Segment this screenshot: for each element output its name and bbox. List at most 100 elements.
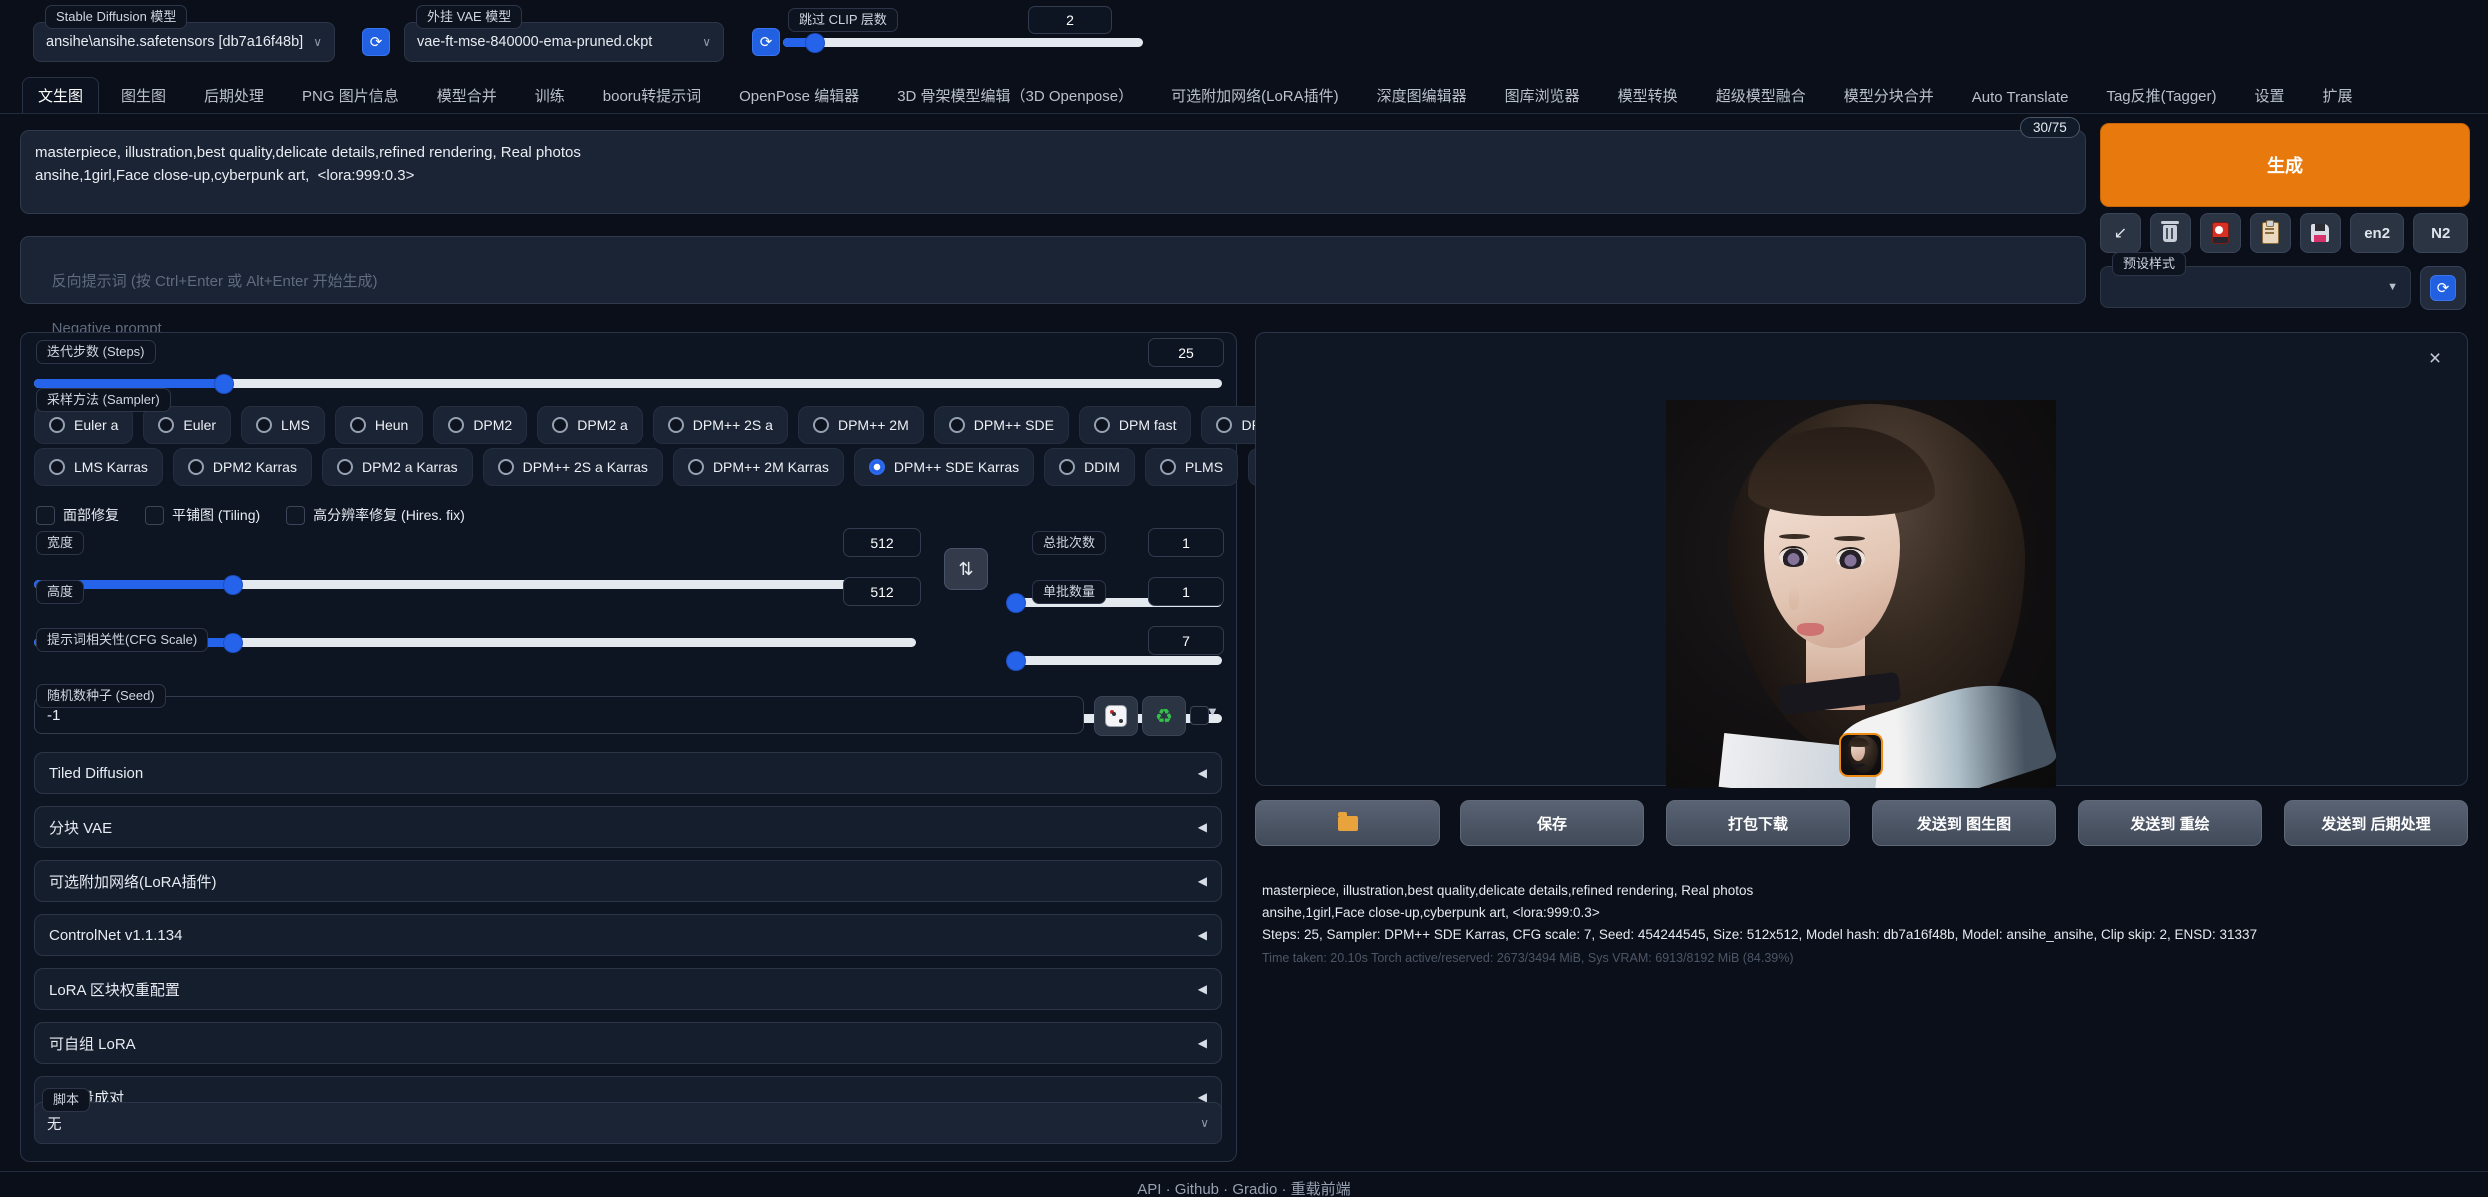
sampler-option[interactable]: LMS Karras bbox=[34, 448, 163, 486]
footer-links[interactable]: API · Github · Gradio · 重载前端 bbox=[0, 1178, 2488, 1197]
tab[interactable]: 模型转换 bbox=[1602, 77, 1694, 113]
steps-slider[interactable] bbox=[34, 379, 1222, 388]
performance-line: Time taken: 20.10s Torch active/reserved… bbox=[1262, 948, 2462, 968]
accordion-header[interactable]: ControlNet v1.1.134 ◀ bbox=[34, 914, 1222, 956]
generated-image[interactable] bbox=[1666, 400, 2056, 788]
tab[interactable]: 扩展 bbox=[2307, 77, 2369, 113]
refresh-styles-button[interactable]: ⟳ bbox=[2420, 266, 2466, 310]
width-value[interactable]: 512 bbox=[843, 528, 921, 557]
slider-handle[interactable] bbox=[1007, 594, 1025, 612]
checkbox-option[interactable]: 高分辨率修复 (Hires. fix) bbox=[286, 505, 465, 525]
sampler-option[interactable]: DPM2 bbox=[433, 406, 527, 444]
slider-handle[interactable] bbox=[215, 375, 233, 393]
width-slider[interactable] bbox=[34, 580, 916, 589]
tab[interactable]: PNG 图片信息 bbox=[286, 77, 415, 113]
negative-prompt-textarea[interactable]: 反向提示词 (按 Ctrl+Enter 或 Alt+Enter 开始生成) Ne… bbox=[20, 236, 2086, 304]
apply-style-button[interactable] bbox=[2250, 213, 2291, 253]
tab[interactable]: 深度图编辑器 bbox=[1361, 77, 1483, 113]
tab[interactable]: 模型分块合并 bbox=[1828, 77, 1950, 113]
n2-button[interactable]: N2 bbox=[2413, 213, 2468, 253]
result-action-button[interactable]: 保存 bbox=[1460, 800, 1644, 846]
slider-handle[interactable] bbox=[224, 576, 242, 594]
sampler-option[interactable]: DPM++ SDE bbox=[934, 406, 1069, 444]
sampler-option[interactable]: DPM++ 2M Karras bbox=[673, 448, 844, 486]
tab[interactable]: 图生图 bbox=[105, 77, 182, 113]
sampler-option[interactable]: PLMS bbox=[1145, 448, 1238, 486]
gallery-thumbnail[interactable] bbox=[1839, 733, 1883, 777]
tab[interactable]: OpenPose 编辑器 bbox=[723, 77, 875, 113]
accordion-header[interactable]: 可选附加网络(LoRA插件) ◀ bbox=[34, 860, 1222, 902]
save-style-button[interactable] bbox=[2300, 213, 2341, 253]
close-icon[interactable]: × bbox=[2420, 344, 2450, 374]
script-dropdown[interactable]: 无 ∨ bbox=[34, 1102, 1222, 1144]
refresh-model-button[interactable]: ⟳ bbox=[362, 28, 390, 56]
checkbox-icon bbox=[36, 506, 55, 525]
open-folder-button[interactable] bbox=[1255, 800, 1440, 846]
result-action-button[interactable]: 发送到 后期处理 bbox=[2284, 800, 2468, 846]
result-action-button[interactable]: 发送到 重绘 bbox=[2078, 800, 2262, 846]
steps-label: 迭代步数 (Steps) bbox=[36, 340, 156, 364]
generate-button[interactable]: 生成 bbox=[2100, 123, 2470, 207]
prompt-textarea[interactable]: masterpiece, illustration,best quality,d… bbox=[20, 130, 2086, 214]
sampler-option[interactable]: DPM++ 2S a Karras bbox=[483, 448, 663, 486]
swap-dimensions-button[interactable]: ⇅ bbox=[944, 548, 988, 590]
checkbox-option[interactable]: 面部修复 bbox=[36, 505, 119, 525]
cfg-value[interactable]: 7 bbox=[1148, 626, 1224, 655]
tab[interactable]: 可选附加网络(LoRA插件) bbox=[1155, 77, 1355, 113]
radio-icon bbox=[498, 459, 514, 475]
tab[interactable]: 3D 骨架模型编辑（3D Openpose） bbox=[881, 77, 1149, 113]
batch-size-value[interactable]: 1 bbox=[1148, 577, 1224, 606]
radio-icon bbox=[350, 417, 366, 433]
checkbox-option[interactable]: 平铺图 (Tiling) bbox=[145, 505, 260, 525]
sampler-option[interactable]: Euler a bbox=[34, 406, 133, 444]
accordion-header[interactable]: Tiled Diffusion ◀ bbox=[34, 752, 1222, 794]
sampler-option[interactable]: LMS bbox=[241, 406, 325, 444]
tab[interactable]: Tag反推(Tagger) bbox=[2090, 77, 2232, 113]
seed-input[interactable]: -1 bbox=[34, 696, 1084, 734]
refresh-icon: ⟳ bbox=[760, 33, 773, 51]
radio-icon bbox=[688, 459, 704, 475]
en2-button[interactable]: en2 bbox=[2350, 213, 2405, 253]
sampler-option[interactable]: Heun bbox=[335, 406, 423, 444]
accordion-header[interactable]: 可自组 LoRA ◀ bbox=[34, 1022, 1222, 1064]
accordion-header[interactable]: LoRA 区块权重配置 ◀ bbox=[34, 968, 1222, 1010]
sampler-option[interactable]: Euler bbox=[143, 406, 231, 444]
extra-networks-button[interactable] bbox=[2200, 213, 2241, 253]
slider-handle[interactable] bbox=[224, 634, 242, 652]
tab[interactable]: 训练 bbox=[519, 77, 581, 113]
slider-handle[interactable] bbox=[806, 34, 824, 52]
steps-value[interactable]: 25 bbox=[1148, 338, 1224, 367]
result-action-button[interactable]: 发送到 图生图 bbox=[1872, 800, 2056, 846]
reuse-seed-button[interactable]: ♻ bbox=[1142, 696, 1186, 736]
paste-params-button[interactable]: ↙ bbox=[2100, 213, 2141, 253]
tab[interactable]: Auto Translate bbox=[1956, 81, 2085, 113]
tab[interactable]: booru转提示词 bbox=[587, 77, 717, 113]
batch-count-value[interactable]: 1 bbox=[1148, 528, 1224, 557]
tab[interactable]: 图库浏览器 bbox=[1489, 77, 1596, 113]
tab[interactable]: 设置 bbox=[2239, 77, 2301, 113]
clip-skip-value[interactable]: 2 bbox=[1028, 6, 1112, 34]
sampler-option[interactable]: DPM++ 2M bbox=[798, 406, 924, 444]
batch-size-slider[interactable] bbox=[1012, 656, 1222, 665]
clear-prompt-button[interactable] bbox=[2150, 213, 2191, 253]
tab[interactable]: 超级模型融合 bbox=[1700, 77, 1822, 113]
sampler-option[interactable]: DPM2 a Karras bbox=[322, 448, 473, 486]
sampler-option[interactable]: DPM++ 2S a bbox=[653, 406, 788, 444]
sampler-option[interactable]: DPM2 Karras bbox=[173, 448, 312, 486]
sampler-option[interactable]: DPM++ SDE Karras bbox=[854, 448, 1034, 486]
tab[interactable]: 文生图 bbox=[22, 77, 99, 113]
sampler-option[interactable]: DPM fast bbox=[1079, 406, 1192, 444]
height-value[interactable]: 512 bbox=[843, 577, 921, 606]
refresh-vae-button[interactable]: ⟳ bbox=[752, 28, 780, 56]
random-seed-button[interactable] bbox=[1094, 696, 1138, 736]
result-action-button[interactable]: 打包下载 bbox=[1666, 800, 1850, 846]
sampler-option[interactable]: DPM2 a bbox=[537, 406, 643, 444]
slider-handle[interactable] bbox=[1007, 652, 1025, 670]
accordion-arrow-icon: ◀ bbox=[1198, 820, 1207, 834]
accordion-header[interactable]: 分块 VAE ◀ bbox=[34, 806, 1222, 848]
sampler-option[interactable]: DDIM bbox=[1044, 448, 1135, 486]
tab[interactable]: 模型合并 bbox=[421, 77, 513, 113]
clip-skip-slider[interactable] bbox=[783, 38, 1143, 47]
seed-extra-toggle[interactable]: ▼ bbox=[1206, 704, 1219, 719]
tab[interactable]: 后期处理 bbox=[188, 77, 280, 113]
